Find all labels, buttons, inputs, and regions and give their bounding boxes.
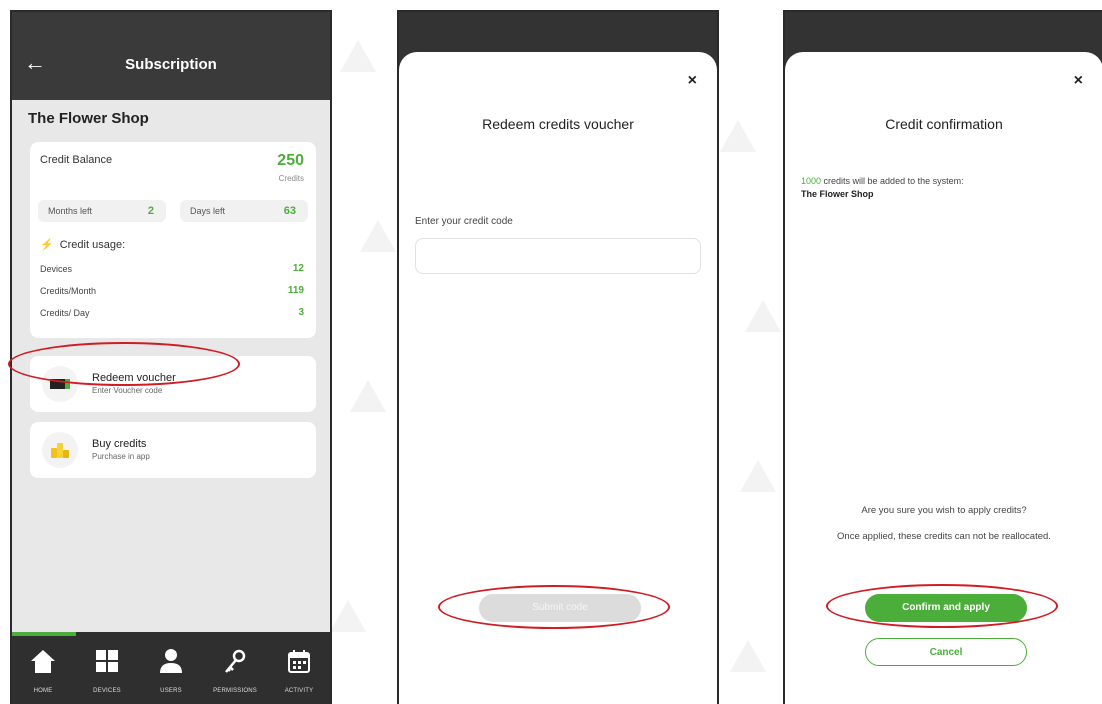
sheet-title: Redeem credits voucher xyxy=(482,116,634,132)
days-left-value: 63 xyxy=(283,205,296,217)
app-bar: ← Subscription xyxy=(12,12,330,100)
credit-usage-heading: ⚡ Credit usage: xyxy=(40,238,125,251)
page-title: Subscription xyxy=(125,56,217,73)
background-triangle xyxy=(340,40,376,72)
background-triangle xyxy=(360,220,396,252)
credits-added-label: credits will be added to the system: xyxy=(821,176,964,186)
tab-label: USERS xyxy=(160,688,182,694)
usage-row-value: 3 xyxy=(298,307,304,318)
tab-label: DEVICES xyxy=(93,688,121,694)
reallocation-warning: Once applied, these credits can not be r… xyxy=(837,531,1051,542)
usage-row-label: Credits/ Day xyxy=(40,308,90,318)
sheet-title: Credit confirmation xyxy=(885,116,1003,132)
tab-users[interactable]: USERS xyxy=(140,648,202,694)
confirm-question: Are you sure you wish to apply credits? xyxy=(861,505,1027,516)
cancel-button[interactable]: Cancel xyxy=(865,638,1027,666)
highlight-ellipse-submit xyxy=(438,585,670,629)
highlight-ellipse-redeem xyxy=(8,342,240,386)
months-left-label: Months left xyxy=(48,206,93,216)
user-icon xyxy=(160,649,182,673)
credits-amount: 1000 xyxy=(801,176,822,186)
months-left-value: 2 xyxy=(147,205,154,217)
credit-balance-card: Credit Balance 250 Credits Months left 2… xyxy=(30,142,316,338)
usage-row-credits-month: Credits/Month 119 xyxy=(40,285,304,296)
background-triangle xyxy=(350,380,386,412)
active-tab-indicator xyxy=(12,632,76,636)
close-icon[interactable]: × xyxy=(688,72,697,90)
background-triangle xyxy=(745,300,781,332)
key-icon xyxy=(225,649,246,673)
months-left-pill: Months left 2 xyxy=(38,200,166,222)
tab-label: HOME xyxy=(33,688,53,694)
background-triangle xyxy=(740,460,776,492)
usage-row-devices: Devices 12 xyxy=(40,263,304,274)
coins-icon xyxy=(42,432,78,468)
usage-row-credits-day: Credits/ Day 3 xyxy=(40,307,304,318)
credit-code-input[interactable] xyxy=(415,238,701,274)
tab-home[interactable]: HOME xyxy=(12,648,74,694)
calendar-icon xyxy=(288,650,310,673)
usage-row-label: Credits/Month xyxy=(40,286,97,296)
background-triangle xyxy=(330,600,366,632)
target-system-name: The Flower Shop xyxy=(801,189,874,199)
tab-activity[interactable]: ACTIVITY xyxy=(268,648,330,694)
redeem-voucher-subtitle: Enter Voucher code xyxy=(92,386,163,395)
credit-balance-value: 250 xyxy=(277,152,304,169)
tab-label: PERMISSIONS xyxy=(213,688,257,694)
lightning-icon: ⚡ xyxy=(40,239,54,251)
buy-credits-title: Buy credits xyxy=(92,438,147,450)
days-left-pill: Days left 63 xyxy=(180,200,308,222)
buy-credits-subtitle: Purchase in app xyxy=(92,452,150,461)
tab-label: ACTIVITY xyxy=(284,688,314,694)
credits-added-text: 1000 credits will be added to the system… xyxy=(801,176,964,186)
credit-usage-label: Credit usage: xyxy=(59,239,126,251)
canvas: ← Subscription The Flower Shop Credit Ba… xyxy=(0,0,1102,704)
usage-row-label: Devices xyxy=(40,264,73,274)
bottom-tab-bar: HOME DEVICES USERS PERMISSIONS ACTIVITY xyxy=(12,632,330,704)
credit-balance-label: Credit Balance xyxy=(40,154,113,166)
background-triangle xyxy=(720,120,756,152)
buy-credits-item[interactable]: Buy credits Purchase in app xyxy=(30,422,316,478)
grid-icon xyxy=(96,650,118,672)
close-icon[interactable]: × xyxy=(1074,72,1083,90)
days-left-label: Days left xyxy=(190,206,226,216)
home-icon xyxy=(31,650,55,673)
shop-name: The Flower Shop xyxy=(28,110,149,127)
tab-devices[interactable]: DEVICES xyxy=(76,648,138,694)
usage-row-value: 119 xyxy=(287,285,304,296)
highlight-ellipse-confirm xyxy=(826,584,1058,628)
credit-balance-unit: Credits xyxy=(278,174,304,183)
credit-code-label: Enter your credit code xyxy=(415,216,513,227)
usage-row-value: 12 xyxy=(292,263,304,274)
background-triangle xyxy=(730,640,766,672)
tab-permissions[interactable]: PERMISSIONS xyxy=(204,648,266,694)
